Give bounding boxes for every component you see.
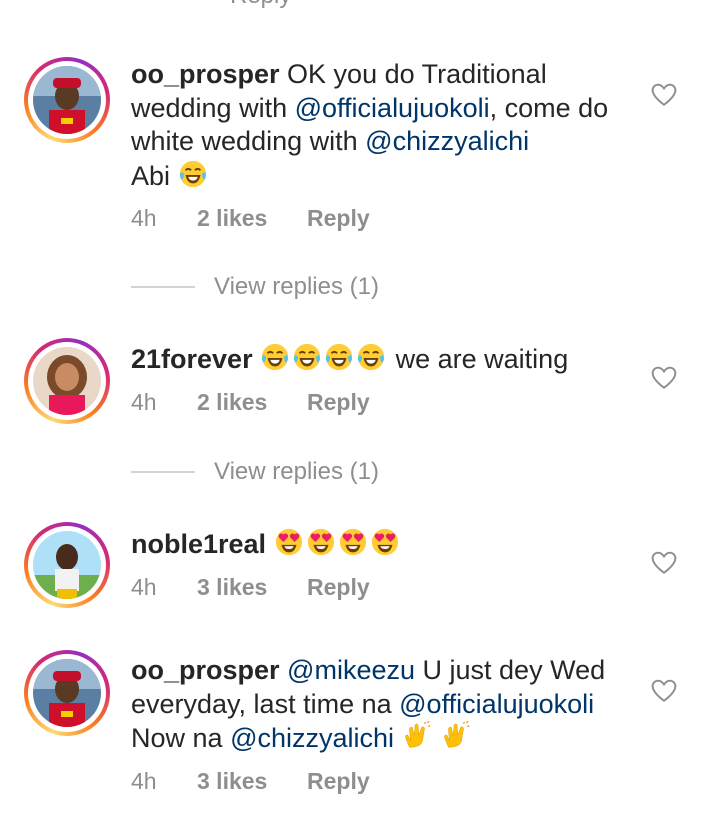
comment-meta: 4h 3 likes Reply	[131, 766, 370, 796]
smiling-face-with-heart-eyes-icon	[338, 527, 368, 557]
avatar[interactable]	[24, 338, 110, 424]
heart-icon[interactable]	[651, 679, 677, 703]
avatar[interactable]	[24, 57, 110, 143]
previous-reply-partial: Reply	[180, 0, 400, 9]
avatar-photo	[33, 347, 101, 415]
comment-meta: 4h 3 likes Reply	[131, 572, 370, 602]
comment-meta: 4h 2 likes Reply	[131, 387, 370, 417]
avatar[interactable]	[24, 650, 110, 736]
smiling-face-with-heart-eyes-icon	[306, 527, 336, 557]
username[interactable]: oo_prosper	[131, 59, 280, 89]
likes-count[interactable]: 2 likes	[197, 205, 307, 232]
divider-line	[131, 286, 195, 288]
likes-count[interactable]: 3 likes	[197, 768, 307, 795]
face-with-tears-of-joy-icon	[292, 342, 322, 372]
avatar[interactable]	[24, 522, 110, 608]
comment-text-part: we are waiting	[395, 344, 569, 374]
mention-link[interactable]: @chizzyalichi	[230, 723, 394, 753]
divider-line	[131, 471, 195, 473]
username[interactable]: oo_prosper	[131, 655, 280, 685]
smiling-face-with-heart-eyes-icon	[370, 527, 400, 557]
avatar-photo	[33, 659, 101, 727]
comment-text: oo_prosper OK you do Traditional wedding…	[131, 58, 631, 193]
mention-link[interactable]: @officialujuokoli	[295, 93, 490, 123]
timestamp: 4h	[131, 388, 157, 415]
heart-icon[interactable]	[651, 366, 677, 390]
avatar-photo	[33, 531, 101, 599]
face-with-tears-of-joy-icon	[178, 159, 208, 189]
mention-link[interactable]: @chizzyalichi	[365, 126, 529, 156]
comment-text: 21forever we are waiting	[131, 342, 631, 377]
view-replies-button[interactable]: View replies (1)	[131, 457, 379, 487]
view-replies-button[interactable]: View replies (1)	[131, 272, 379, 302]
heart-icon[interactable]	[651, 551, 677, 575]
mention-link[interactable]: @mikeezu	[287, 655, 415, 685]
comment-meta: 4h 2 likes Reply	[131, 203, 370, 233]
previous-reply-label[interactable]: Reply	[230, 0, 291, 10]
reply-button[interactable]: Reply	[307, 768, 370, 795]
comment-text: oo_prosper @mikeezu U just dey Wed every…	[131, 654, 631, 756]
comment-text-part: Abi	[131, 160, 171, 191]
heart-icon[interactable]	[651, 83, 677, 107]
reply-button[interactable]: Reply	[307, 389, 370, 416]
view-replies-label[interactable]: View replies (1)	[214, 273, 379, 301]
clapping-hands-icon	[441, 721, 471, 751]
username[interactable]: 21forever	[131, 344, 253, 374]
face-with-tears-of-joy-icon	[324, 342, 354, 372]
timestamp: 4h	[131, 204, 157, 231]
reply-button[interactable]: Reply	[307, 205, 370, 232]
mention-link[interactable]: @officialujuokoli	[399, 689, 594, 719]
view-replies-label[interactable]: View replies (1)	[214, 458, 379, 486]
comment-text: noble1real	[131, 527, 631, 562]
face-with-tears-of-joy-icon	[260, 342, 290, 372]
likes-count[interactable]: 3 likes	[197, 574, 307, 601]
likes-count[interactable]: 2 likes	[197, 389, 307, 416]
reply-button[interactable]: Reply	[307, 574, 370, 601]
comment-text-part: Now na	[131, 723, 223, 753]
username[interactable]: noble1real	[131, 529, 266, 559]
face-with-tears-of-joy-icon	[356, 342, 386, 372]
smiling-face-with-heart-eyes-icon	[274, 527, 304, 557]
clapping-hands-icon	[402, 721, 432, 751]
timestamp: 4h	[131, 573, 157, 600]
timestamp: 4h	[131, 767, 157, 794]
avatar-photo	[33, 66, 101, 134]
